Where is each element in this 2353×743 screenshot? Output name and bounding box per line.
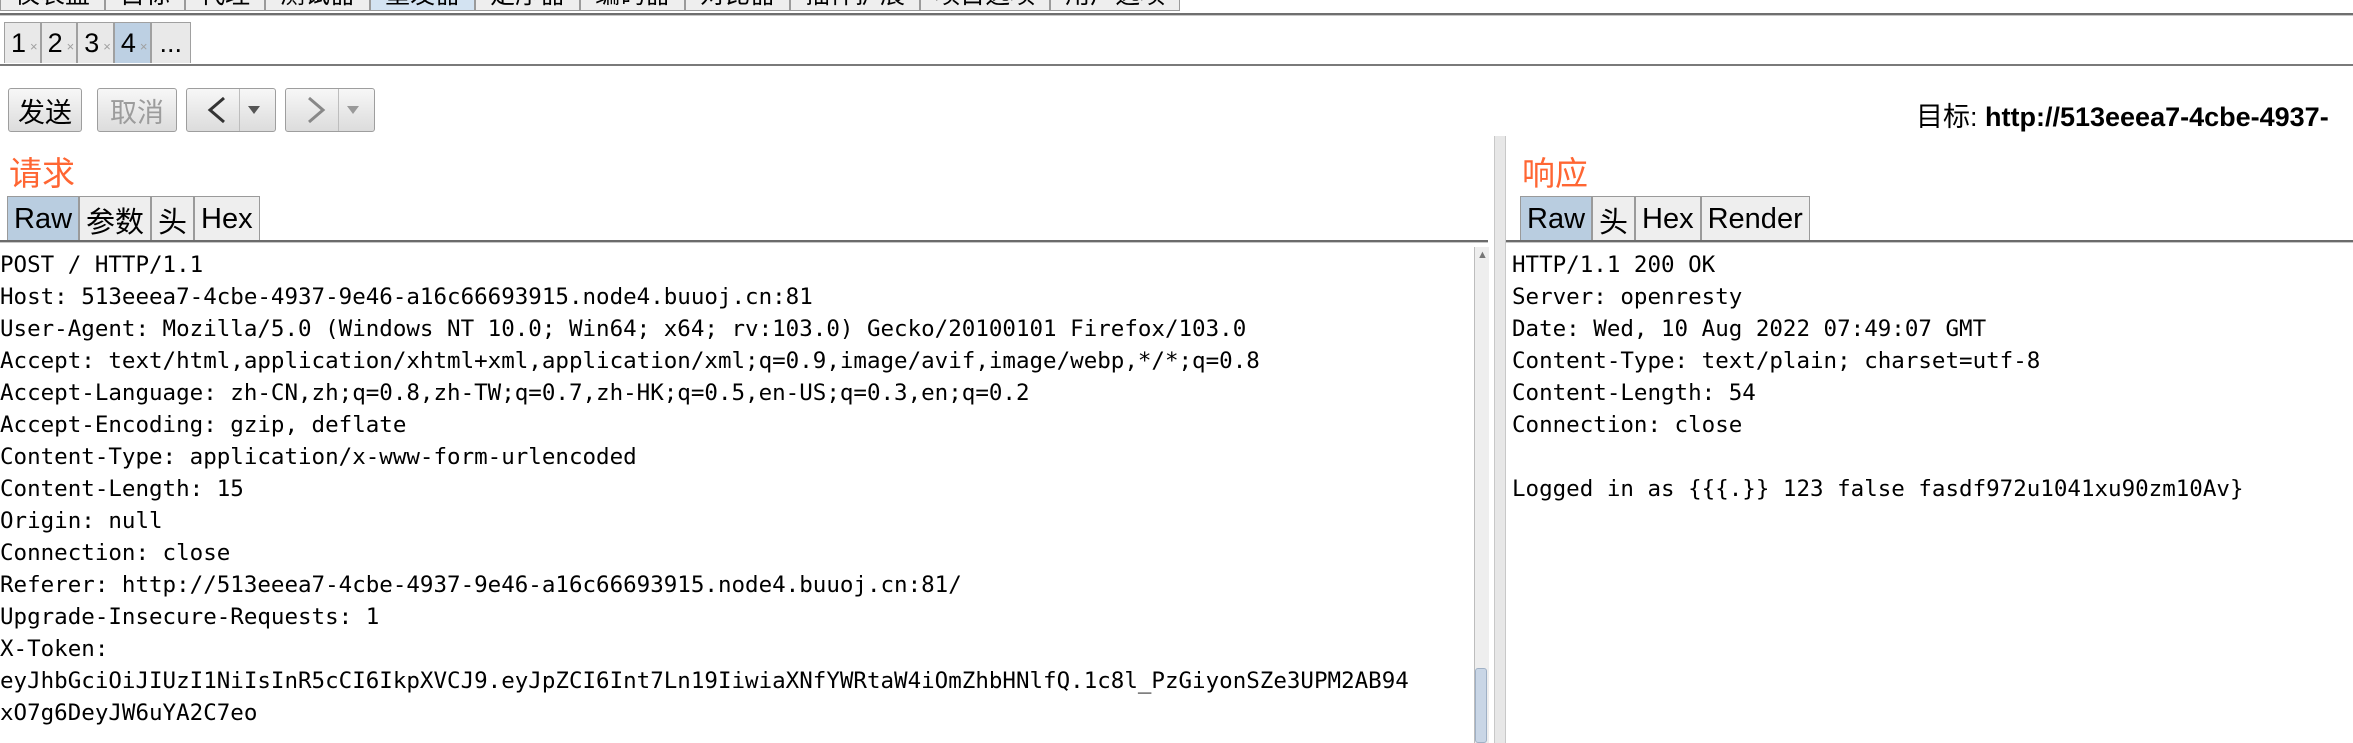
main-tab-3[interactable]: 测试器 xyxy=(265,0,371,11)
repeater-tab-label: ... xyxy=(159,27,183,58)
main-tab-8[interactable]: 插件扩展 xyxy=(790,0,921,11)
close-tab-icon[interactable]: × xyxy=(103,39,111,54)
request-line: Connection: close xyxy=(0,540,231,566)
repeater-tab-3[interactable]: 4 × xyxy=(113,22,151,63)
response-line: Server: openresty xyxy=(1512,284,1743,310)
main-tab-bar: 仪表盘目标代理测试器重发器定序器编码器对比器插件扩展项目选项用户选项 xyxy=(0,0,1181,11)
send-button[interactable]: 发送 xyxy=(8,88,82,132)
close-tab-icon[interactable]: × xyxy=(30,39,38,54)
request-line: X-Token: xyxy=(0,636,109,662)
back-nav-button[interactable] xyxy=(186,88,276,132)
request-line: xO7g6DeyJW6uYA2C7eo xyxy=(0,700,258,726)
back-arrow-icon[interactable] xyxy=(195,89,240,131)
close-tab-icon[interactable]: × xyxy=(67,39,75,54)
request-line: Accept: text/html,application/xhtml+xml,… xyxy=(0,348,1260,374)
repeater-tab-1[interactable]: 2 × xyxy=(40,22,78,63)
response-line: Logged in as {{{.}} 123 false fasdf972u1… xyxy=(1512,476,2244,502)
main-tab-6[interactable]: 编码器 xyxy=(580,0,686,11)
main-tab-divider-light xyxy=(0,15,2353,16)
repeater-tab-label: 4 xyxy=(120,27,136,58)
response-view-tab-1[interactable]: 头 xyxy=(1592,196,1636,242)
main-tab-4[interactable]: 重发器 xyxy=(370,0,476,11)
panel-splitter[interactable] xyxy=(1494,136,1506,743)
response-view-tab-3[interactable]: Render xyxy=(1700,196,1810,242)
main-tab-5[interactable]: 定序器 xyxy=(475,0,581,11)
request-line: POST / HTTP/1.1 xyxy=(0,252,204,278)
cancel-button[interactable]: 取消 xyxy=(97,88,177,132)
response-panel-title: 响应 xyxy=(1522,155,1588,192)
main-tab-7[interactable]: 对比器 xyxy=(685,0,791,11)
forward-arrow-icon[interactable] xyxy=(294,89,339,131)
repeater-tab-divider xyxy=(0,64,2353,66)
main-tab-10[interactable]: 用户选项 xyxy=(1050,0,1181,11)
response-editor[interactable]: HTTP/1.1 200 OK Server: openresty Date: We… xyxy=(1512,249,2244,505)
request-line: Content-Type: application/x-www-form-url… xyxy=(0,444,637,470)
target-url: http://513eeea7-4cbe-4937- xyxy=(1985,102,2329,132)
main-tab-9[interactable]: 项目选项 xyxy=(920,0,1051,11)
request-line: Content-Length: 15 xyxy=(0,476,244,502)
back-dropdown-icon[interactable] xyxy=(240,89,268,131)
request-scrollbar-thumb[interactable] xyxy=(1475,668,1487,743)
forward-nav-button[interactable] xyxy=(285,88,375,132)
request-line: Upgrade-Insecure-Requests: 1 xyxy=(0,604,380,630)
close-tab-icon[interactable]: × xyxy=(140,39,148,54)
request-view-tab-3[interactable]: Hex xyxy=(194,196,260,242)
request-line: User-Agent: Mozilla/5.0 (Windows NT 10.0… xyxy=(0,316,1247,342)
request-view-tab-0[interactable]: Raw xyxy=(7,196,80,242)
response-line: Date: Wed, 10 Aug 2022 07:49:07 GMT xyxy=(1512,316,1987,342)
request-line: eyJhbGciOiJIUzI1NiIsInR5cCI6IkpXVCJ9.eyJ… xyxy=(0,668,1409,694)
request-view-tab-1[interactable]: 参数 xyxy=(79,196,152,242)
repeater-tab-label: 2 xyxy=(47,27,63,58)
response-line: HTTP/1.1 200 OK xyxy=(1512,252,1716,278)
request-line: Origin: null xyxy=(0,508,163,534)
main-tab-0[interactable]: 仪表盘 xyxy=(0,0,106,11)
target-prefix: 目标: xyxy=(1916,102,1986,132)
request-panel-title: 请求 xyxy=(9,155,75,192)
response-line: Content-Length: 54 xyxy=(1512,380,1756,406)
main-tab-2[interactable]: 代理 xyxy=(185,0,266,11)
request-view-tabs: Raw 参数头 Hex xyxy=(7,196,260,242)
response-line xyxy=(1512,441,2244,473)
request-line: Accept-Encoding: gzip, deflate xyxy=(0,412,407,438)
request-line: Referer: http://513eeea7-4cbe-4937-9e46-… xyxy=(0,572,962,598)
repeater-tab-0[interactable]: 1 × xyxy=(4,22,41,63)
request-view-tab-2[interactable]: 头 xyxy=(151,196,195,242)
response-line: Content-Type: text/plain; charset=utf-8 xyxy=(1512,348,2041,374)
repeater-tab-bar: 1 × 2 × 3 × 4 ×... xyxy=(4,22,192,64)
forward-dropdown-icon[interactable] xyxy=(339,89,367,131)
response-tab-divider-light xyxy=(1506,242,2353,243)
request-tab-divider-light xyxy=(0,242,1488,243)
response-view-tabs: Raw 头 Hex Render xyxy=(1520,196,1810,242)
repeater-tab-2[interactable]: 3 × xyxy=(77,22,114,63)
request-line: Accept-Language: zh-CN,zh;q=0.8,zh-TW;q=… xyxy=(0,380,1030,406)
repeater-tab-label: 1 xyxy=(11,27,27,58)
target-label[interactable]: 目标: http://513eeea7-4cbe-4937- xyxy=(1916,95,2329,134)
response-view-tab-2[interactable]: Hex xyxy=(1635,196,1701,242)
scroll-up-icon[interactable]: ▲ xyxy=(1477,249,1488,261)
repeater-tab-label: 3 xyxy=(84,27,100,58)
request-line: Host: 513eeea7-4cbe-4937-9e46-a16c666939… xyxy=(0,284,813,310)
response-view-tab-0[interactable]: Raw xyxy=(1520,196,1593,242)
request-editor[interactable]: POST / HTTP/1.1 Host: 513eeea7-4cbe-4937-… xyxy=(0,249,1409,729)
response-line: Connection: close xyxy=(1512,412,1743,438)
main-tab-1[interactable]: 目标 xyxy=(105,0,186,11)
repeater-tab-4[interactable]: ... xyxy=(150,22,192,63)
